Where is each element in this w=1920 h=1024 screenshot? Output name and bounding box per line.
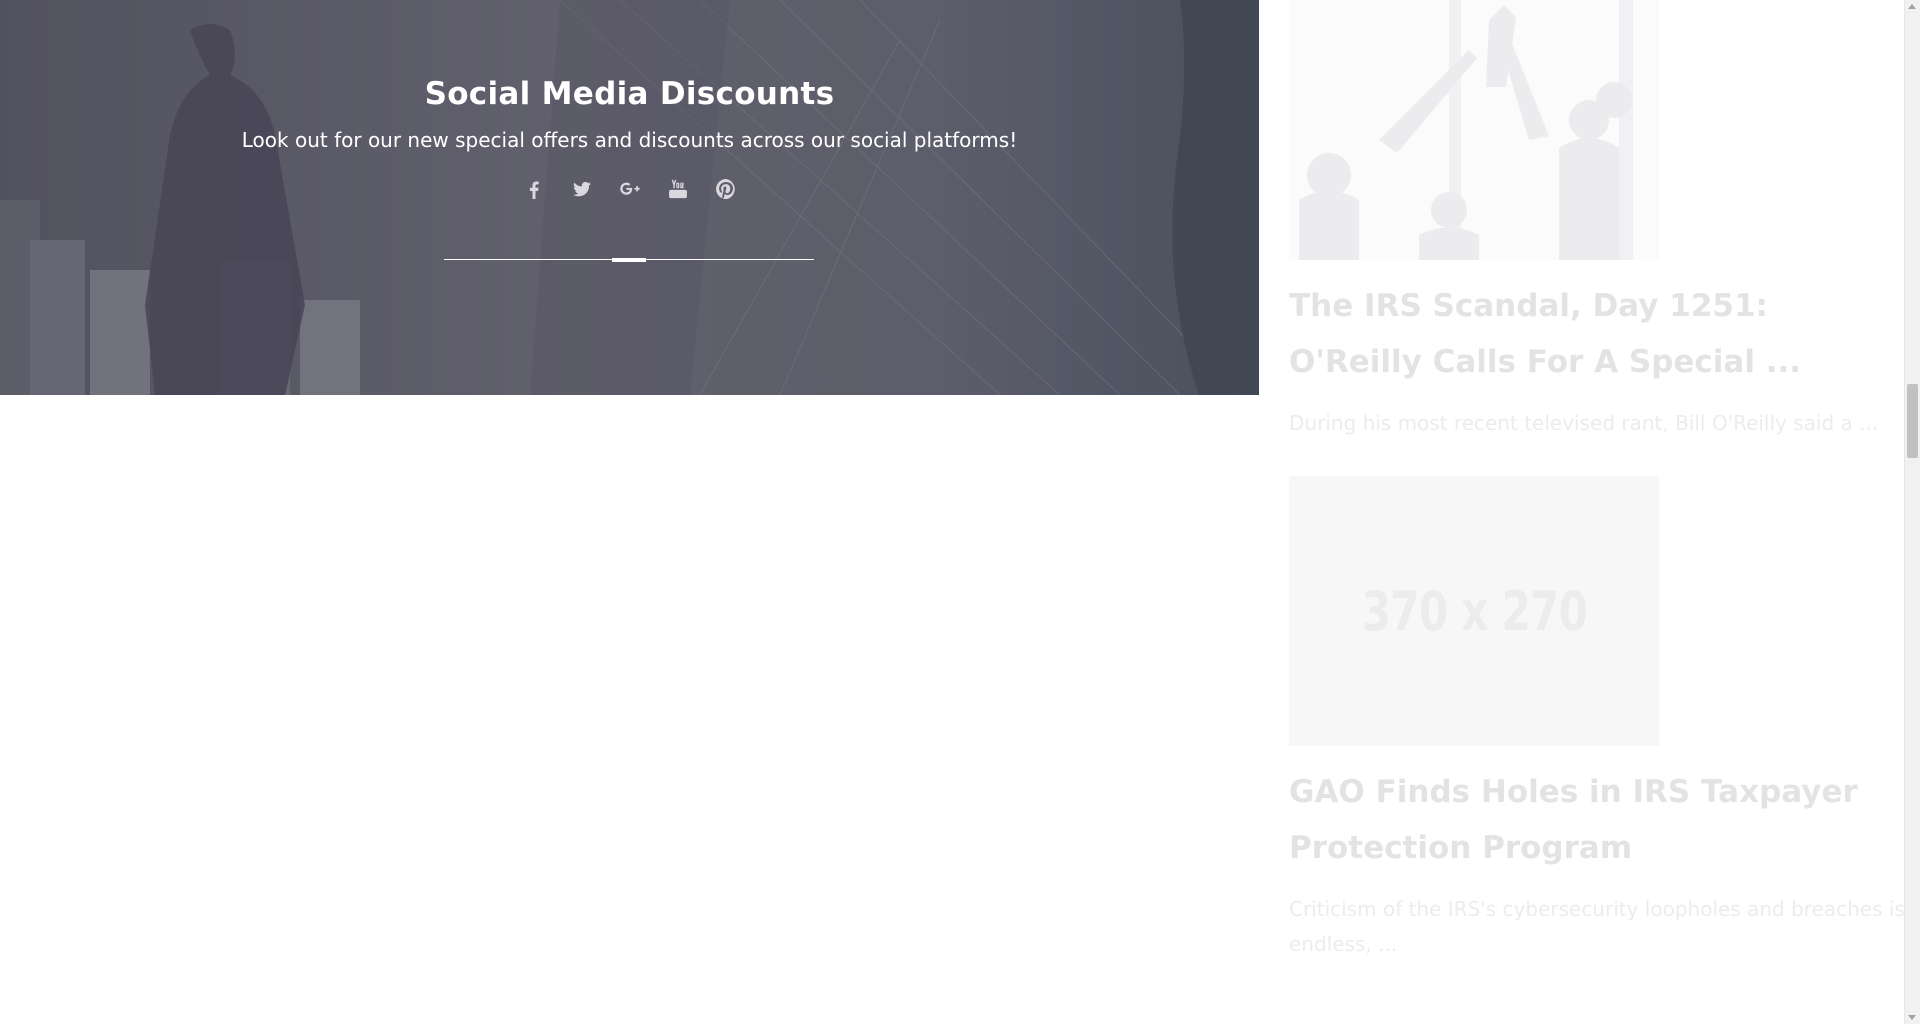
scroll-up-arrow-icon[interactable] [1908, 4, 1916, 9]
google-plus-icon[interactable] [617, 176, 643, 202]
image-placeholder-label: 370 x 270 [1361, 579, 1587, 643]
social-links [0, 176, 1259, 202]
news-thumbnail[interactable]: 370 x 270 [1289, 476, 1659, 746]
banner-content: Social Media Discounts Look out for our … [0, 0, 1259, 202]
twitter-icon[interactable] [569, 176, 595, 202]
banner-divider-accent [612, 258, 646, 262]
scroll-down-arrow-icon[interactable] [1908, 1015, 1916, 1020]
news-item: 370 x 270 GAO Finds Holes in IRS Taxpaye… [1289, 476, 1905, 962]
news-thumbnail[interactable] [1289, 0, 1659, 260]
pinterest-icon[interactable] [713, 176, 739, 202]
news-list: The IRS Scandal, Day 1251: O'Reilly Call… [1289, 0, 1905, 962]
news-title-link[interactable]: The IRS Scandal, Day 1251: O'Reilly Call… [1289, 278, 1905, 390]
team-high-five-image [1289, 0, 1659, 260]
page: Social Media Discounts Look out for our … [0, 0, 1920, 1024]
youtube-icon[interactable] [665, 176, 691, 202]
news-item: The IRS Scandal, Day 1251: O'Reilly Call… [1289, 0, 1905, 441]
news-excerpt: Criticism of the IRS's cybersecurity loo… [1289, 897, 1905, 956]
banner-title: Social Media Discounts [424, 76, 835, 112]
social-discounts-banner: Social Media Discounts Look out for our … [0, 0, 1259, 395]
vertical-scrollbar[interactable] [1904, 0, 1920, 1024]
banner-subtitle: Look out for our new special offers and … [241, 128, 1018, 152]
scrollbar-thumb[interactable] [1907, 384, 1918, 458]
facebook-icon[interactable] [521, 176, 547, 202]
news-title-link[interactable]: GAO Finds Holes in IRS Taxpayer Protecti… [1289, 764, 1905, 876]
news-excerpt: During his most recent televised rant, B… [1289, 411, 1879, 435]
